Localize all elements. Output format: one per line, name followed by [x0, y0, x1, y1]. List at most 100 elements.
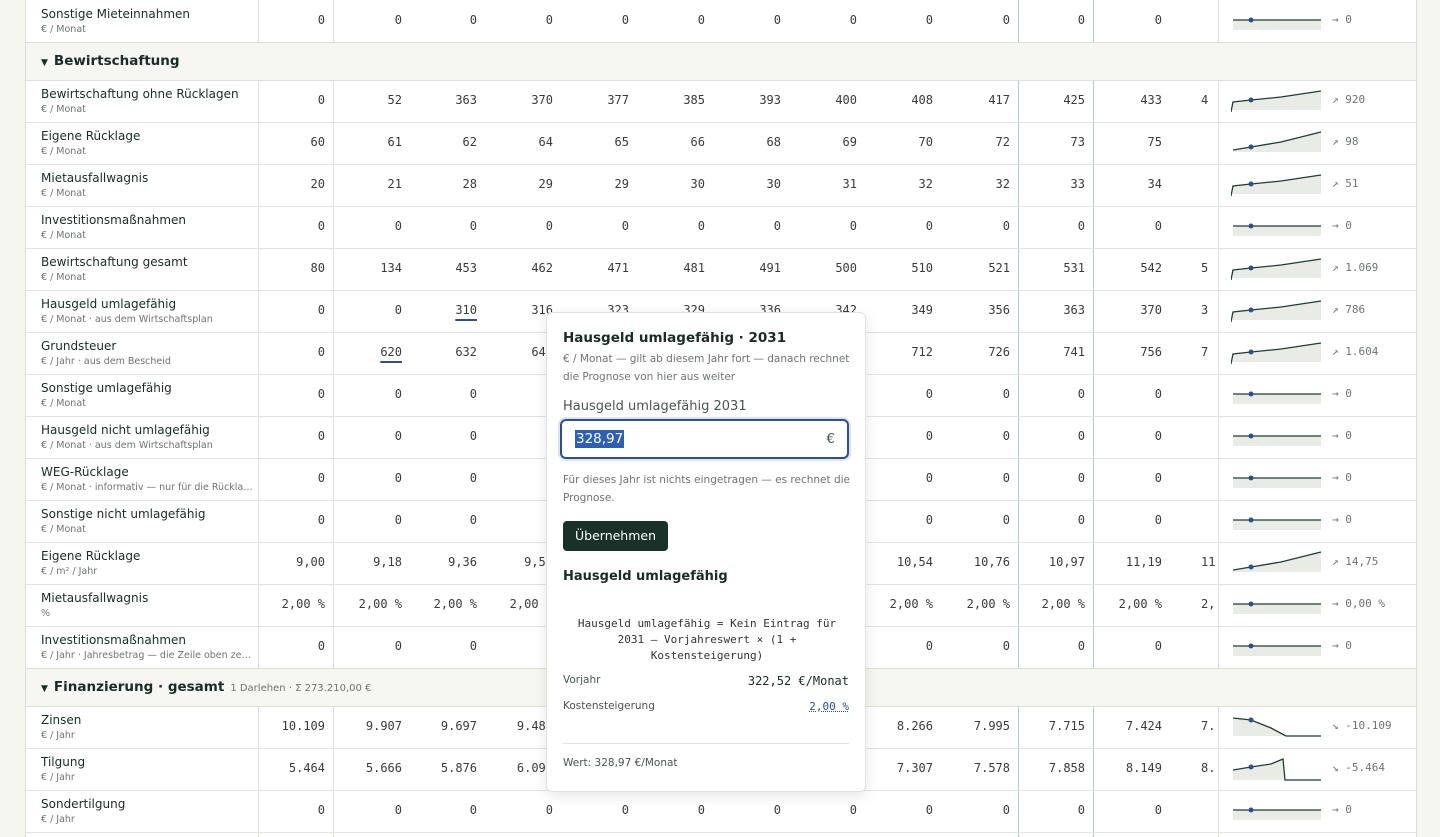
value-cell[interactable]: 726 [940, 345, 1010, 359]
value-cell[interactable]: 0 [940, 387, 1010, 401]
value-cell[interactable]: 9.697 [407, 719, 477, 733]
value-cell[interactable]: 5.666 [332, 761, 402, 775]
value-cell-clipped[interactable]: 2,0 [1201, 597, 1216, 611]
value-cell[interactable]: 72 [940, 135, 1010, 149]
value-cell[interactable]: 33 [1015, 177, 1085, 191]
value-cell[interactable]: 7.307 [863, 761, 933, 775]
value-cell[interactable]: 0 [407, 471, 477, 485]
value-cell[interactable]: 0 [255, 13, 325, 27]
value-cell[interactable]: 510 [863, 261, 933, 275]
value-cell[interactable]: 0 [407, 387, 477, 401]
value-cell[interactable]: 0 [255, 471, 325, 485]
value-cell[interactable]: 0 [1015, 471, 1085, 485]
value-cell[interactable]: 417 [940, 93, 1010, 107]
value-cell[interactable]: 2,00 % [940, 597, 1010, 611]
value-cell[interactable]: 0 [332, 639, 402, 653]
value-cell[interactable]: 0 [332, 471, 402, 485]
value-cell[interactable]: 0 [940, 513, 1010, 527]
value-cell[interactable]: 0 [940, 639, 1010, 653]
value-cell[interactable]: 500 [787, 261, 857, 275]
value-cell[interactable]: 70 [863, 135, 933, 149]
value-cell[interactable]: 0 [332, 513, 402, 527]
value-cell[interactable]: 471 [559, 261, 629, 275]
value-cell-clipped[interactable]: 5 [1201, 261, 1216, 275]
value-cell[interactable]: 0 [255, 303, 325, 317]
value-cell[interactable]: 0 [255, 639, 325, 653]
value-cell[interactable]: 462 [483, 261, 553, 275]
value-cell[interactable]: 433 [1092, 93, 1162, 107]
value-cell[interactable]: 0 [1015, 13, 1085, 27]
value-cell[interactable]: 349 [863, 303, 933, 317]
value-cell[interactable]: 0 [711, 13, 781, 27]
value-cell[interactable]: 0 [559, 13, 629, 27]
value-cell[interactable]: 0 [787, 13, 857, 27]
value-cell[interactable]: 61 [332, 135, 402, 149]
value-cell[interactable]: 645 [483, 345, 553, 359]
value-cell[interactable]: 0 [407, 429, 477, 443]
value-cell[interactable]: 0 [863, 513, 933, 527]
value-cell[interactable]: 0 [332, 387, 402, 401]
value-cell[interactable]: 0 [1015, 387, 1085, 401]
value-cell-clipped[interactable]: 7.1 [1201, 719, 1216, 733]
value-cell[interactable]: 408 [863, 93, 933, 107]
value-cell[interactable]: 0 [255, 429, 325, 443]
value-cell[interactable]: 62 [407, 135, 477, 149]
value-cell[interactable]: 2,00 % [483, 597, 553, 611]
value-cell[interactable]: 377 [559, 93, 629, 107]
value-cell[interactable]: 0 [255, 219, 325, 233]
value-cell[interactable]: 756 [1092, 345, 1162, 359]
value-cell[interactable]: 8.149 [1092, 761, 1162, 775]
value-cell[interactable]: 7.424 [1092, 719, 1162, 733]
value-cell[interactable]: 0 [407, 513, 477, 527]
value-cell[interactable]: 2,00 % [863, 597, 933, 611]
value-cell[interactable]: 0 [940, 219, 1010, 233]
value-cell[interactable]: 385 [635, 93, 705, 107]
value-cell[interactable]: 0 [940, 803, 1010, 817]
value-cell[interactable]: 2,00 % [332, 597, 402, 611]
value-cell[interactable]: 0 [940, 471, 1010, 485]
value-cell[interactable]: 0 [483, 219, 553, 233]
value-cell[interactable]: 66 [635, 135, 705, 149]
value-cell[interactable]: 0 [1092, 219, 1162, 233]
value-cell[interactable]: 0 [863, 429, 933, 443]
value-cell[interactable]: 0 [863, 13, 933, 27]
value-cell[interactable]: 632 [407, 345, 477, 359]
value-cell[interactable]: 400 [787, 93, 857, 107]
value-cell[interactable]: 0 [787, 219, 857, 233]
value-cell[interactable]: 0 [711, 219, 781, 233]
value-cell[interactable]: 0 [1092, 471, 1162, 485]
value-cell[interactable]: 0 [1015, 513, 1085, 527]
value-cell[interactable]: 28 [407, 177, 477, 191]
value-cell[interactable]: 6.093 [483, 761, 553, 775]
value-cell[interactable]: 531 [1015, 261, 1085, 275]
value-cell[interactable]: 0 [1015, 219, 1085, 233]
value-cell[interactable]: 0 [1092, 803, 1162, 817]
value-cell[interactable]: 0 [332, 219, 402, 233]
value-cell[interactable]: 370 [1092, 303, 1162, 317]
value-cell[interactable]: 0 [863, 387, 933, 401]
value-cell-clipped[interactable]: 8.4 [1201, 761, 1216, 775]
value-cell[interactable]: 65 [559, 135, 629, 149]
value-cell[interactable]: 0 [635, 219, 705, 233]
value-cell[interactable]: 0 [255, 345, 325, 359]
value-cell[interactable]: 0 [1015, 639, 1085, 653]
value-cell[interactable]: 134 [332, 261, 402, 275]
value-cell[interactable]: 363 [1015, 303, 1085, 317]
value-cell[interactable]: 0 [559, 803, 629, 817]
value-cell-clipped[interactable]: 3 [1201, 303, 1216, 317]
value-cell[interactable]: 7.858 [1015, 761, 1085, 775]
value-cell[interactable]: 0 [863, 471, 933, 485]
value-cell[interactable]: 68 [711, 135, 781, 149]
chevron-down-icon[interactable]: ▼ [41, 684, 48, 694]
value-cell[interactable]: 10,54 [863, 555, 933, 569]
value-cell[interactable]: 69 [787, 135, 857, 149]
value-cell[interactable]: 0 [255, 803, 325, 817]
value-cell[interactable]: 0 [407, 639, 477, 653]
value-cell[interactable]: 11,19 [1092, 555, 1162, 569]
value-cell[interactable]: 9.907 [332, 719, 402, 733]
value-cell[interactable]: 30 [711, 177, 781, 191]
value-cell[interactable]: 0 [1092, 429, 1162, 443]
value-cell[interactable]: 0 [635, 13, 705, 27]
value-cell[interactable]: 29 [559, 177, 629, 191]
value-cell[interactable]: 31 [787, 177, 857, 191]
